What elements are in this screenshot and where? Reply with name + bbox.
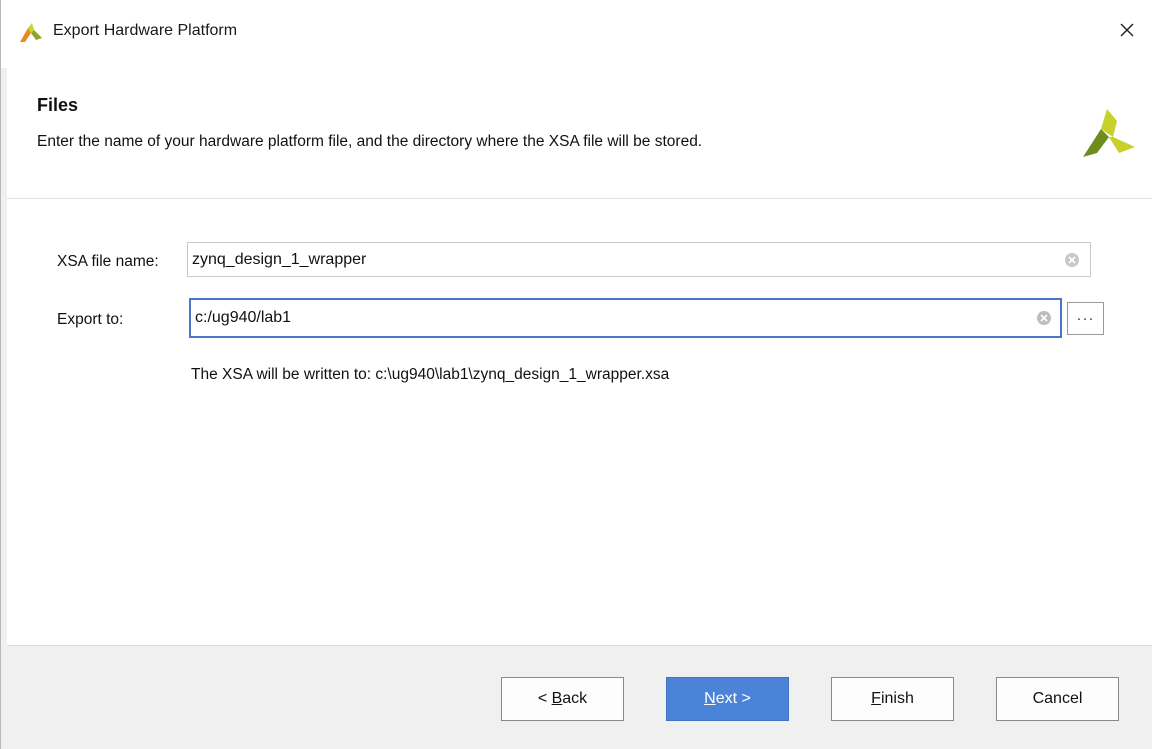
back-button-prefix: < <box>537 690 552 707</box>
window-title: Export Hardware Platform <box>53 22 238 39</box>
page-description: Enter the name of your hardware platform… <box>37 133 703 150</box>
xsa-file-name-input[interactable]: zynq_design_1_wrapper <box>187 242 1091 277</box>
title-bar: Export Hardware Platform <box>1 0 1152 68</box>
close-icon <box>1120 23 1134 37</box>
vivado-logo-icon <box>20 23 42 42</box>
clear-icon[interactable] <box>1036 310 1052 326</box>
next-button-mnemonic: N <box>704 690 716 707</box>
export-to-value: c:/ug940/lab1 <box>195 309 292 326</box>
finish-button-label: inish <box>880 690 914 707</box>
wizard-body: XSA file name: zynq_design_1_wrapper Exp… <box>7 199 1152 644</box>
finish-button[interactable]: Finish <box>831 677 954 721</box>
back-button-label: ack <box>562 690 588 707</box>
close-button[interactable] <box>1107 10 1147 50</box>
export-to-input[interactable]: c:/ug940/lab1 <box>189 298 1062 338</box>
page-title: Files <box>37 95 79 115</box>
next-button[interactable]: Next > <box>666 677 789 721</box>
finish-button-mnemonic: F <box>871 690 881 707</box>
cancel-button[interactable]: Cancel <box>996 677 1119 721</box>
clear-icon[interactable] <box>1064 252 1080 268</box>
xsa-file-name-value: zynq_design_1_wrapper <box>192 250 367 268</box>
wizard-header: Files Enter the name of your hardware pl… <box>7 70 1152 199</box>
output-path-note: The XSA will be written to: c:\ug940\lab… <box>191 366 670 383</box>
export-to-label: Export to: <box>57 311 124 328</box>
xsa-file-name-label: XSA file name: <box>57 253 159 270</box>
export-hardware-platform-dialog: Export Hardware Platform Files Enter the… <box>0 0 1152 749</box>
next-button-label: ext > <box>715 690 751 707</box>
browse-button[interactable]: ··· <box>1067 302 1104 335</box>
back-button-mnemonic: B <box>551 690 563 707</box>
vivado-brand-logo-icon <box>1083 109 1135 157</box>
back-button[interactable]: < Back <box>501 677 624 721</box>
